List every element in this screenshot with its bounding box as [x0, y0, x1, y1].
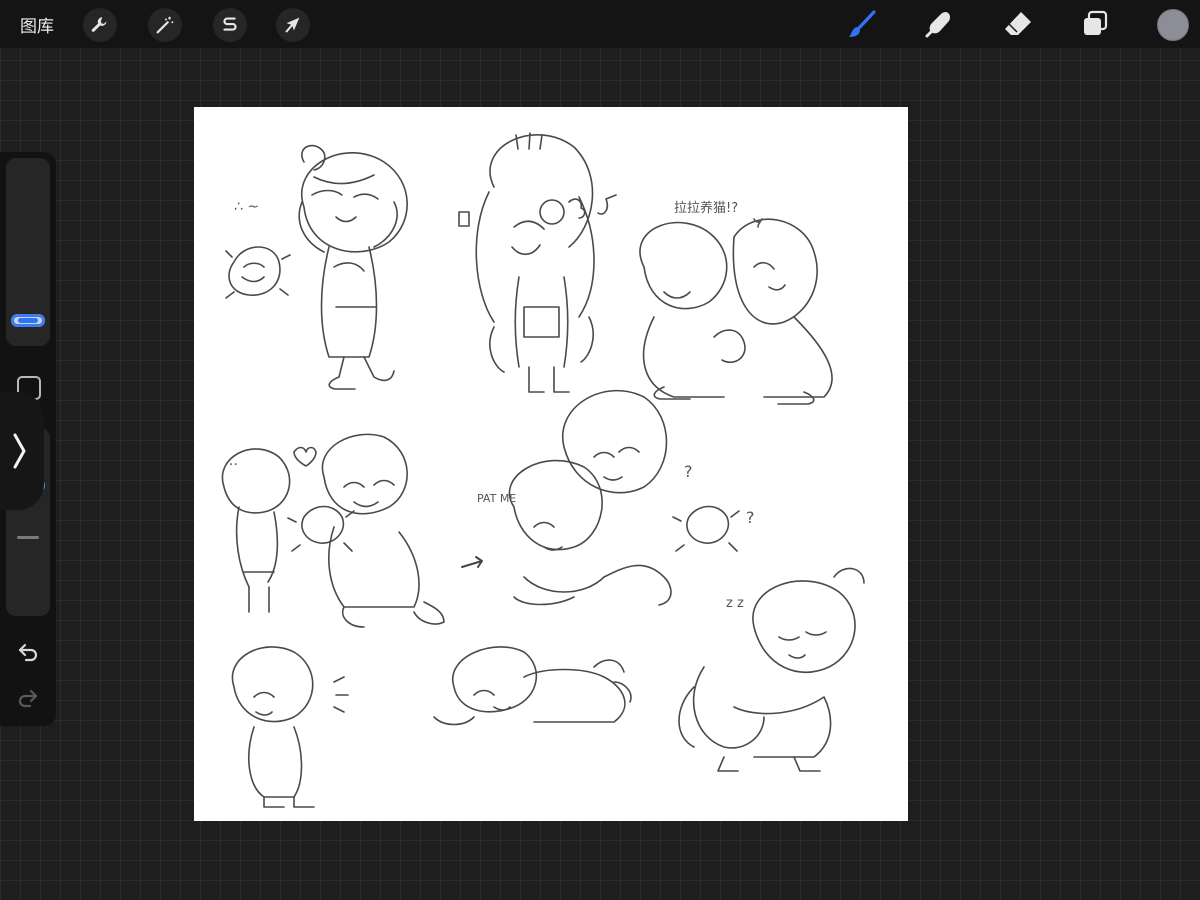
sketch-figure-sitting [231, 646, 349, 808]
undo-button[interactable] [14, 638, 42, 666]
annotation-dots: … [224, 453, 238, 469]
brush-button[interactable] [844, 6, 880, 42]
selection-s-icon [223, 17, 237, 31]
color-swatch[interactable] [1157, 9, 1189, 41]
brush-icon [849, 10, 876, 37]
gallery-button[interactable]: 图库 [20, 12, 54, 37]
layers-icon [1084, 10, 1108, 35]
sketch-figure-sleeping-pair [678, 567, 865, 772]
sketch-artwork: ∴ ~ 拉拉养猫!? … PAT ME ? ? z z [221, 132, 865, 808]
transform-button[interactable] [276, 8, 310, 42]
smudge-button[interactable] [921, 6, 957, 42]
arrow-cursor-icon [285, 17, 300, 33]
top-toolbar: 图库 [0, 0, 1200, 48]
annotation-dialogue: 拉拉养猫!? [674, 200, 738, 216]
smudge-finger-icon [925, 12, 950, 38]
sketch-figure-gear-pair [221, 433, 445, 628]
annotation-hmm: ∴ ~ [234, 199, 259, 215]
sketch-figure-long-hair [458, 132, 617, 393]
eraser-icon [1005, 12, 1031, 35]
sketch-figure-pat-me [508, 389, 740, 606]
opacity-tick [17, 536, 39, 539]
annotation-pat-me: PAT ME [477, 492, 516, 505]
sidebar-toggle-handle[interactable] [0, 392, 44, 510]
eraser-button[interactable] [1000, 6, 1036, 42]
actions-button[interactable] [83, 8, 117, 42]
redo-button[interactable] [14, 684, 42, 712]
chevron-right-icon [13, 433, 26, 469]
sketch-figure-lying [433, 646, 632, 726]
magic-wand-icon [156, 16, 174, 34]
redo-arrow-icon [18, 689, 38, 708]
wrench-icon [91, 17, 107, 32]
undo-arrow-icon [18, 643, 38, 662]
annotation-zz: z z [726, 596, 744, 611]
layers-button[interactable] [1077, 6, 1113, 42]
annotation-question-1: ? [684, 462, 693, 481]
annotation-question-2: ? [746, 508, 755, 527]
sketch-figure-hugging-pair [639, 218, 833, 405]
drawing-canvas[interactable]: ∴ ~ 拉拉养猫!? … PAT ME ? ? z z [194, 107, 908, 821]
brush-size-thumb[interactable] [11, 314, 45, 327]
adjustments-button[interactable] [148, 8, 182, 42]
selection-button[interactable] [213, 8, 247, 42]
sketch-figure-waving [225, 144, 408, 390]
